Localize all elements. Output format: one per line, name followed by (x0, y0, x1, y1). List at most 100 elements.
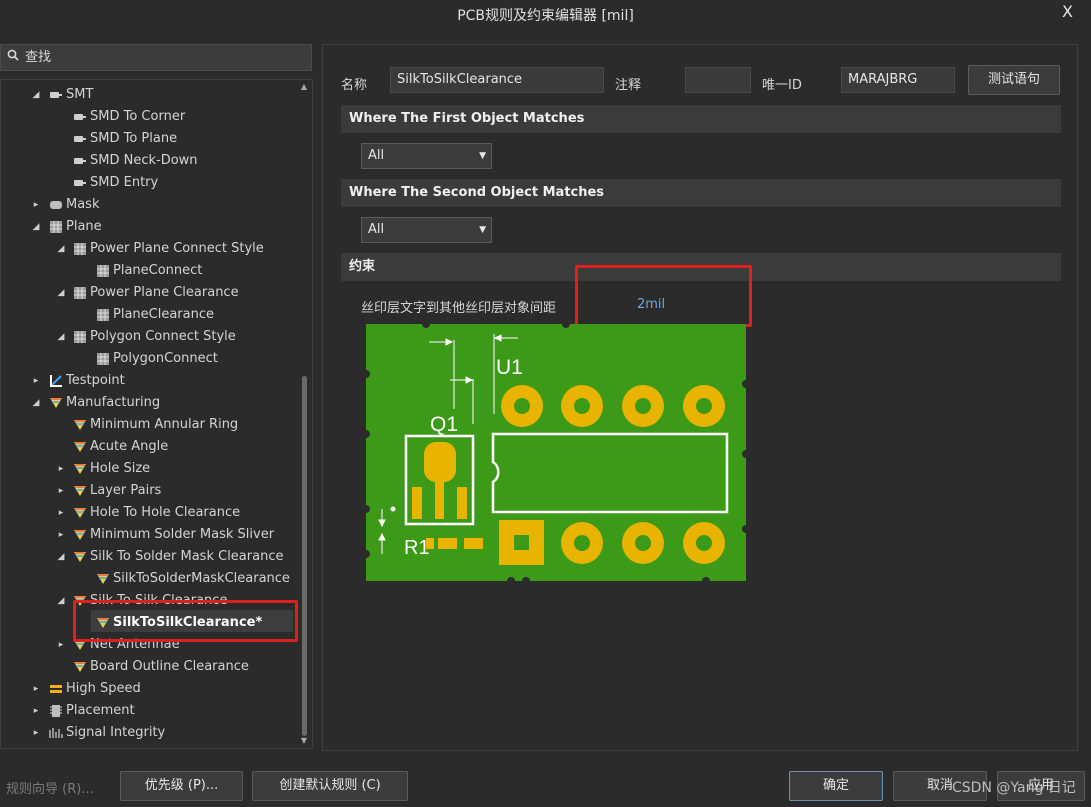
scroll-up-icon[interactable]: ▲ (299, 82, 309, 91)
title-bar: PCB规则及约束编辑器 [mil] X (0, 0, 1091, 34)
expand-arrow-icon[interactable]: ◢ (31, 216, 41, 238)
plane-icon (96, 308, 110, 322)
tree-item-label: PlaneConnect (113, 263, 203, 278)
tree-item[interactable]: ◢ SMT (1, 84, 297, 106)
collapse-arrow-icon[interactable]: ▸ (31, 678, 41, 700)
expand-arrow-icon[interactable]: ◢ (31, 392, 41, 414)
tree-item[interactable]: Acute Angle (1, 436, 297, 458)
tree-item-label: Layer Pairs (90, 483, 162, 498)
chevron-down-icon: ▼ (479, 151, 486, 161)
plane-icon (73, 242, 87, 256)
rule-tree[interactable]: ◢ SMT SMD To Corner SMD To Plane SMD Neck-Do… (0, 79, 313, 749)
tree-item-label: SMD To Corner (90, 109, 186, 124)
expand-arrow-icon[interactable]: ◢ (56, 282, 66, 304)
tree-item-label: Signal Integrity (66, 725, 166, 740)
name-label: 名称 (341, 78, 368, 93)
collapse-arrow-icon[interactable]: ▸ (56, 634, 66, 656)
tree-item-label: Silk To Solder Mask Clearance (90, 549, 284, 564)
search-input[interactable]: 查找 (0, 44, 312, 71)
expand-arrow-icon[interactable]: ◢ (56, 590, 66, 612)
tree-item-label: SMD Entry (90, 175, 159, 190)
smt-rule-icon (73, 154, 87, 168)
tree-item[interactable]: SilkToSolderMaskClearance (1, 568, 297, 590)
tree-item[interactable]: ▸ Layer Pairs (1, 480, 297, 502)
tree-item[interactable]: ▸ Hole Size (1, 458, 297, 480)
create-default-rules-button[interactable]: 创建默认规则 (C) (252, 771, 408, 801)
window-title: PCB规则及约束编辑器 [mil] (457, 8, 634, 24)
tree-item[interactable]: ◢ Plane (1, 216, 297, 238)
manufacturing-icon (49, 396, 63, 410)
high-speed-icon (49, 682, 63, 696)
tree-item[interactable]: ▸ Signal Integrity (1, 722, 297, 744)
tree-item[interactable]: PlaneClearance (1, 304, 297, 326)
tree-item-label: Placement (66, 703, 135, 718)
tree-item[interactable]: Board Outline Clearance (1, 656, 297, 678)
collapse-arrow-icon[interactable]: ▸ (31, 370, 41, 392)
first-match-value: All (368, 148, 385, 163)
smt-rule-icon (73, 176, 87, 190)
collapse-arrow-icon[interactable]: ▸ (31, 194, 41, 216)
tree-item[interactable]: ◢ Polygon Connect Style (1, 326, 297, 348)
manufacturing-icon (73, 506, 87, 520)
tree-item-label: PlaneClearance (113, 307, 215, 322)
scroll-down-icon[interactable]: ▼ (299, 736, 309, 745)
tree-item[interactable]: SMD Entry (1, 172, 297, 194)
tree-item[interactable]: SMD To Corner (1, 106, 297, 128)
u1-label: U1 (496, 356, 523, 379)
collapse-arrow-icon[interactable]: ▸ (56, 458, 66, 480)
expand-arrow-icon[interactable]: ◢ (31, 84, 41, 106)
tree-item-label: SMD To Plane (90, 131, 178, 146)
tree-item-label: Power Plane Clearance (90, 285, 239, 300)
tree-item-label: Manufacturing (66, 395, 161, 410)
first-match-select[interactable]: All ▼ (361, 143, 492, 169)
collapse-arrow-icon[interactable]: ▸ (56, 480, 66, 502)
tree-item[interactable]: SMD To Plane (1, 128, 297, 150)
tree-item[interactable]: PlaneConnect (1, 260, 297, 282)
tree-item[interactable]: Minimum Annular Ring (1, 414, 297, 436)
tree-item-label: Polygon Connect Style (90, 329, 236, 344)
tree-item-label: Minimum Solder Mask Sliver (90, 527, 275, 542)
tree-item[interactable]: ◢ Manufacturing (1, 392, 297, 414)
close-icon[interactable]: X (1062, 0, 1073, 26)
tree-item[interactable]: ◢ Silk To Solder Mask Clearance (1, 546, 297, 568)
tree-item-label: Minimum Annular Ring (90, 417, 239, 432)
tree-item-label: Hole To Hole Clearance (90, 505, 241, 520)
tree-item[interactable]: SMD Neck-Down (1, 150, 297, 172)
tree-item[interactable]: ▸ Placement (1, 700, 297, 722)
expand-arrow-icon[interactable]: ◢ (56, 546, 66, 568)
tree-scrollbar-thumb[interactable] (302, 376, 307, 736)
tree-item-label: SMT (66, 87, 94, 102)
uid-field[interactable]: MARAJBRG (841, 67, 955, 93)
tree-item-label: Testpoint (66, 373, 125, 388)
tree-item[interactable]: ▸ Mask (1, 194, 297, 216)
ok-button[interactable]: 确定 (789, 771, 883, 801)
value-highlight-box (575, 265, 752, 327)
priority-button[interactable]: 优先级 (P)... (120, 771, 243, 801)
collapse-arrow-icon[interactable]: ▸ (56, 524, 66, 546)
comment-label: 注释 (615, 78, 642, 93)
tree-item[interactable]: ▸ Minimum Solder Mask Sliver (1, 524, 297, 546)
collapse-arrow-icon[interactable]: ▸ (31, 722, 41, 744)
expand-arrow-icon[interactable]: ◢ (56, 326, 66, 348)
rule-wizard-button[interactable]: 规则向导 (R)... (6, 778, 94, 797)
first-match-header: Where The First Object Matches (341, 105, 1061, 133)
expand-arrow-icon[interactable]: ◢ (56, 238, 66, 260)
manufacturing-icon (96, 572, 110, 586)
tree-item-label: SilkToSolderMaskClearance (113, 571, 290, 586)
tree-item[interactable]: ▸ High Speed (1, 678, 297, 700)
tree-item[interactable]: ◢ Power Plane Clearance (1, 282, 297, 304)
plane-icon (96, 352, 110, 366)
name-field[interactable]: SilkToSilkClearance (390, 67, 604, 93)
test-query-button[interactable]: 测试语句 (968, 65, 1060, 95)
smt-icon (49, 88, 63, 102)
second-match-select[interactable]: All ▼ (361, 217, 492, 243)
tree-item[interactable]: ◢ Power Plane Connect Style (1, 238, 297, 260)
pcb-diagram: U1 Q1 R1 (366, 324, 747, 582)
tree-item[interactable]: ▸ Testpoint (1, 370, 297, 392)
comment-field[interactable] (685, 67, 751, 93)
tree-item[interactable]: PolygonConnect (1, 348, 297, 370)
collapse-arrow-icon[interactable]: ▸ (56, 502, 66, 524)
tree-item-label: High Speed (66, 681, 141, 696)
collapse-arrow-icon[interactable]: ▸ (31, 700, 41, 722)
tree-item[interactable]: ▸ Hole To Hole Clearance (1, 502, 297, 524)
